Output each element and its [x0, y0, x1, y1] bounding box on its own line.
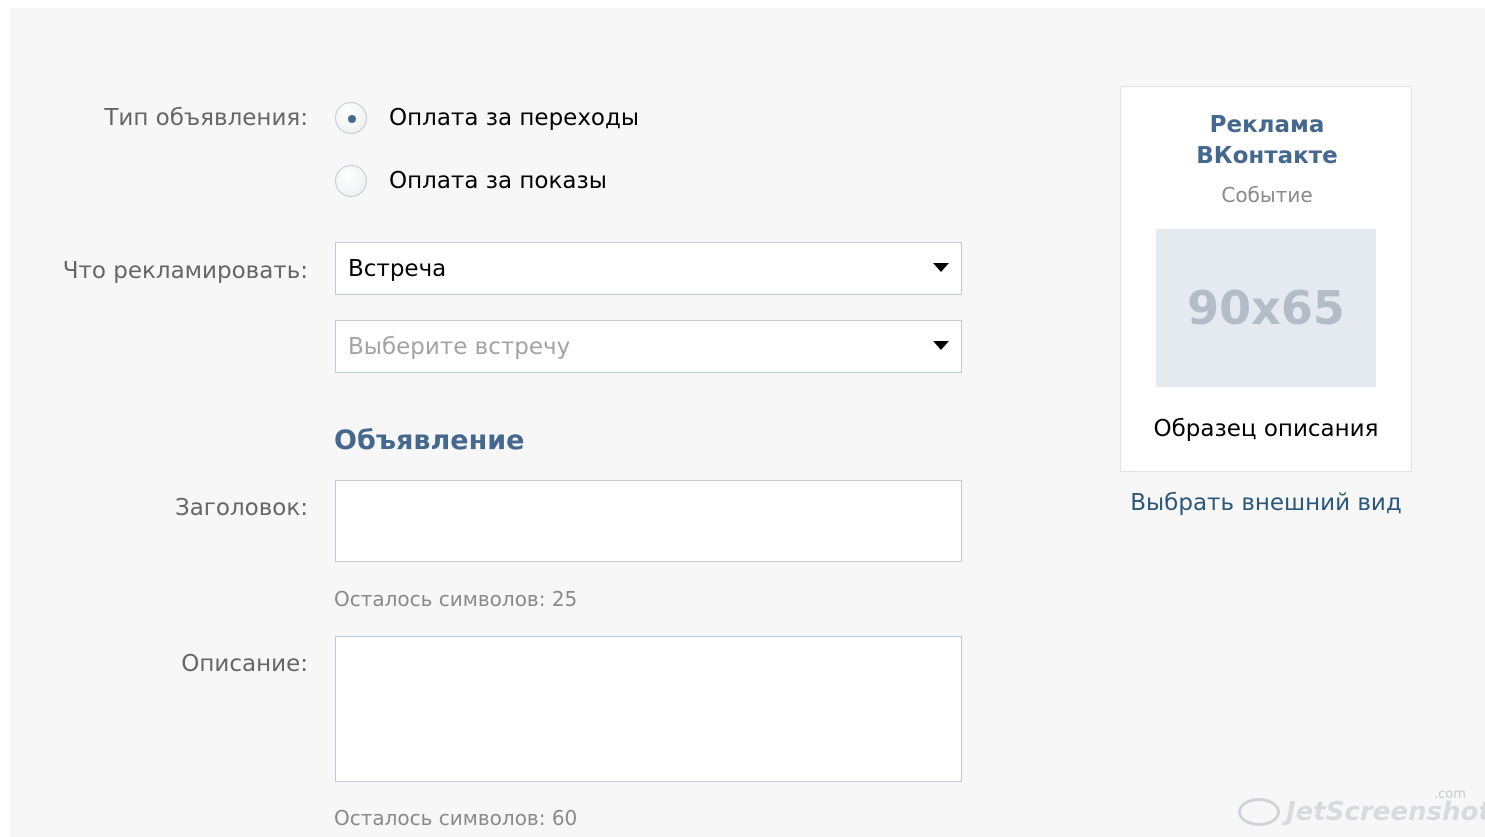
- preview-image-placeholder: 90x65: [1156, 229, 1376, 387]
- watermark: JetScreenshot .com: [1238, 788, 1485, 832]
- radio-pay-per-impression-label[interactable]: Оплата за показы: [389, 166, 607, 196]
- dropdown-arrow-icon: [933, 263, 949, 272]
- title-char-counter: Осталось символов: 25: [334, 587, 578, 611]
- section-title-ad: Объявление: [334, 425, 525, 456]
- choose-appearance-link[interactable]: Выбрать внешний вид: [1121, 487, 1411, 519]
- ad-type-label: Тип объявления:: [104, 105, 308, 131]
- meeting-select[interactable]: Выберите встречу: [335, 320, 962, 373]
- preview-title: Реклама ВКонтакте: [1196, 112, 1338, 169]
- description-label: Описание:: [181, 651, 308, 677]
- preview-type: Событие: [1221, 183, 1313, 207]
- radio-pay-per-impression[interactable]: [335, 165, 367, 197]
- description-input[interactable]: [335, 636, 962, 782]
- watermark-logo-icon: [1238, 798, 1280, 826]
- radio-selected-dot: [348, 115, 356, 123]
- promote-label: Что рекламировать:: [62, 258, 308, 284]
- title-label: Заголовок:: [174, 495, 308, 521]
- preview-description: Образец описания: [1153, 416, 1379, 442]
- promote-type-value: Встреча: [348, 256, 447, 282]
- radio-pay-per-click-label[interactable]: Оплата за переходы: [389, 103, 639, 133]
- promote-type-select[interactable]: Встреча: [335, 242, 962, 295]
- preview-image-size: 90x65: [1187, 281, 1345, 335]
- watermark-suffix: .com: [1434, 787, 1466, 802]
- description-char-counter: Осталось символов: 60: [334, 806, 578, 830]
- radio-pay-per-click[interactable]: [335, 102, 367, 134]
- meeting-select-placeholder: Выберите встречу: [348, 334, 571, 360]
- title-input[interactable]: [335, 480, 962, 562]
- dropdown-arrow-icon: [933, 341, 949, 350]
